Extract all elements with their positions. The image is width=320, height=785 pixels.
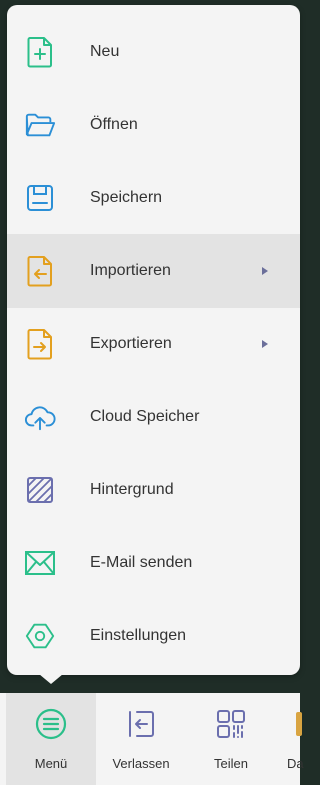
menu-item-label: Exportieren <box>90 335 172 352</box>
submenu-arrow-icon <box>262 340 268 348</box>
main-menu-popup: Neu Öffnen Speichern Importieren Exporti… <box>7 5 300 675</box>
menu-pointer <box>39 674 63 684</box>
mail-icon <box>24 547 56 579</box>
import-icon <box>24 255 56 287</box>
menu-item-label: Importieren <box>90 262 171 279</box>
menu-item-settings[interactable]: Einstellungen <box>7 599 300 673</box>
toolbar-partial-label[interactable]: Da <box>287 756 304 771</box>
exit-icon <box>124 707 158 741</box>
menu-item-save[interactable]: Speichern <box>7 161 300 235</box>
menu-item-label: E-Mail senden <box>90 554 193 571</box>
toolbar-leave-label: Verlassen <box>112 756 170 771</box>
save-icon <box>24 182 56 214</box>
menu-item-open[interactable]: Öffnen <box>7 88 300 162</box>
menu-item-label: Hintergrund <box>90 481 174 498</box>
toolbar-share-button[interactable]: Teilen <box>186 693 276 785</box>
menu-item-background[interactable]: Hintergrund <box>7 453 300 527</box>
toolbar-leave-button[interactable]: Verlassen <box>96 693 186 785</box>
qr-code-icon <box>214 707 248 741</box>
menu-item-new[interactable]: Neu <box>7 15 300 89</box>
submenu-arrow-icon <box>262 267 268 275</box>
menu-item-label: Cloud Speicher <box>90 408 200 425</box>
menu-item-cloud-storage[interactable]: Cloud Speicher <box>7 380 300 454</box>
export-icon <box>24 328 56 360</box>
menu-item-export[interactable]: Exportieren <box>7 307 300 381</box>
menu-item-import[interactable]: Importieren <box>7 234 300 308</box>
menu-circle-icon <box>34 707 68 741</box>
toolbar-menu-button[interactable]: Menü <box>6 693 96 785</box>
menu-item-label: Öffnen <box>90 116 138 133</box>
app-root: Neu Öffnen Speichern Importieren Exporti… <box>0 0 304 785</box>
bottom-toolbar: Menü Verlassen Teilen Da <box>0 693 304 785</box>
toolbar-menu-label: Menü <box>34 756 68 771</box>
menu-item-label: Speichern <box>90 189 163 206</box>
cloud-upload-icon <box>24 401 56 433</box>
menu-item-label: Neu <box>90 43 120 60</box>
toolbar-share-label: Teilen <box>214 756 248 771</box>
folder-open-icon <box>24 109 56 141</box>
settings-icon <box>24 620 56 652</box>
menu-item-label: Einstellungen <box>90 627 187 644</box>
partial-toolbar-icon <box>296 712 302 736</box>
background-pattern-icon <box>24 474 56 506</box>
menu-item-send-email[interactable]: E-Mail senden <box>7 526 300 600</box>
new-file-icon <box>24 36 56 68</box>
